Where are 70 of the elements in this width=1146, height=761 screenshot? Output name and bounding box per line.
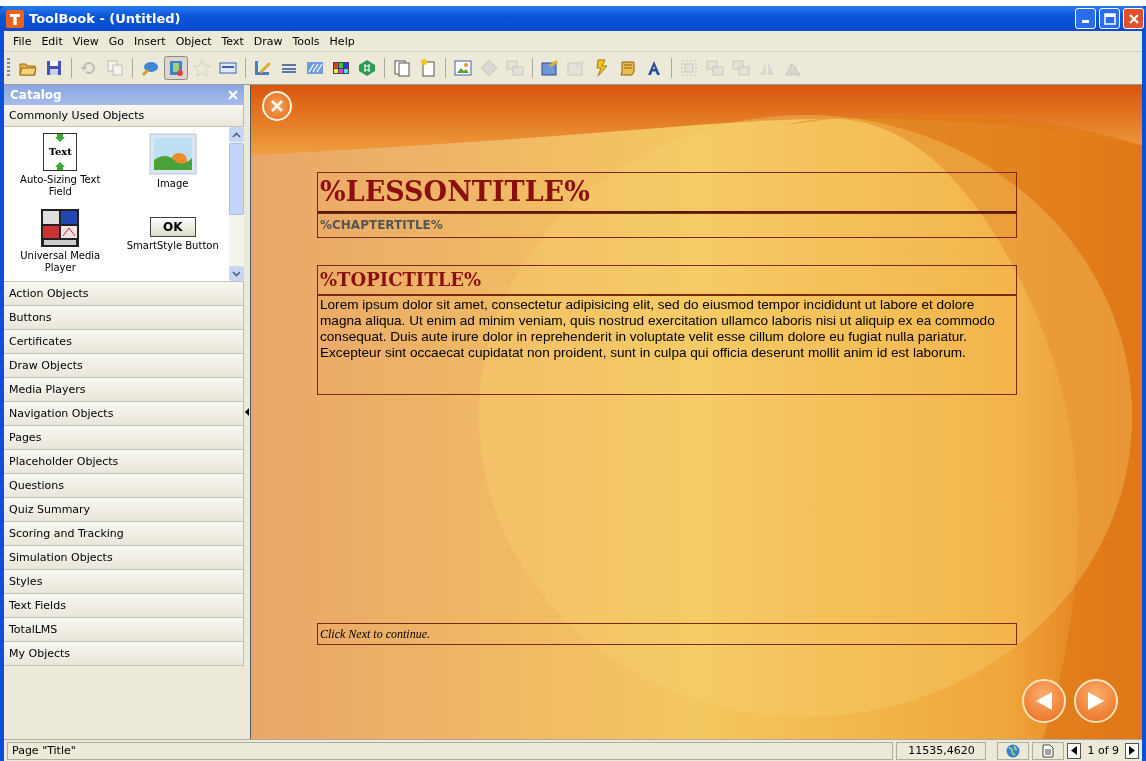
page-icon[interactable] xyxy=(1042,743,1055,758)
minimize-icon xyxy=(1082,20,1089,23)
text-field-icon[interactable]: Text xyxy=(43,133,78,171)
maximize-button[interactable] xyxy=(1099,8,1120,29)
right-triangle-icon xyxy=(1086,690,1106,712)
left-triangle-icon xyxy=(1071,746,1078,755)
landscape-picture-icon[interactable] xyxy=(148,133,197,175)
globe-icon[interactable] xyxy=(1006,743,1021,758)
catalog-section[interactable]: Text Fields xyxy=(4,594,244,618)
scroll-down-button[interactable] xyxy=(229,266,244,281)
catalog-item-label[interactable]: Image xyxy=(157,178,189,190)
catalog-section[interactable]: Placeholder Objects xyxy=(4,450,244,474)
catalog-section[interactable]: My Objects xyxy=(4,642,244,666)
catalog-section[interactable]: Certificates xyxy=(4,330,244,354)
chevron-up-icon xyxy=(232,131,241,138)
catalog-section[interactable]: Simulation Objects xyxy=(4,546,244,570)
close-button[interactable] xyxy=(1123,8,1144,29)
menu-item[interactable]: Draw xyxy=(248,34,288,48)
catalog-item-label[interactable]: Universal Media Player xyxy=(10,250,111,274)
catalog-section[interactable]: TotalLMS xyxy=(4,618,244,642)
minimize-button[interactable] xyxy=(1075,8,1096,29)
left-triangle-icon xyxy=(1034,690,1054,712)
previous-page-button[interactable] xyxy=(1067,742,1082,759)
scroll-thumb[interactable] xyxy=(229,143,244,215)
coordinates-readout: 11535,4620 xyxy=(896,741,987,760)
menu-item[interactable]: View xyxy=(67,34,104,48)
media-player-icon[interactable] xyxy=(41,209,80,247)
menu-item[interactable]: Edit xyxy=(36,34,68,48)
body-text: Lorem ipsum dolor sit amet, consectetur adipisicing elit, sed do eiusmod tempor incididunt ut labore et dolore magna aliqua. Ut enim ad minim veniam, quis nostrud exercitation ullamco laboris nisi ut aliquip ex ea commodo consequat. Duis aute irure dolor in reprehenderit in voluptate velit esse cillum dolore eu fugiat nulla pariatur. Excepteur sint occaecat cupidatat non proident, sunt in culpa qui officia deserunt mollit anim id est laborum. xyxy=(317,295,1017,395)
next-page-button[interactable] xyxy=(1125,742,1139,759)
vertical-scrollbar[interactable] xyxy=(229,127,244,281)
menu-item[interactable]: Go xyxy=(103,34,130,48)
catalog-section[interactable]: Draw Objects xyxy=(4,354,244,378)
status-message: Page "Title" xyxy=(7,741,894,760)
catalog-item-label[interactable]: Auto-Sizing Text Field xyxy=(10,174,111,198)
catalog-section[interactable]: Quiz Summary xyxy=(4,498,244,522)
catalog-section[interactable]: Media Players xyxy=(4,378,244,402)
toolbar-grip-icon[interactable] xyxy=(7,58,10,78)
menu-item[interactable]: Help xyxy=(324,34,360,48)
book-icon[interactable] xyxy=(164,56,188,80)
menu-item[interactable]: Insert xyxy=(129,34,171,48)
close-icon xyxy=(270,99,284,113)
catalog-section[interactable]: Navigation Objects xyxy=(4,402,244,426)
footer-text: Click Next to continue. xyxy=(317,623,1017,645)
catalog-section[interactable]: Action Objects xyxy=(4,282,244,306)
app-logo-icon xyxy=(6,9,24,28)
chevron-down-icon xyxy=(232,270,241,277)
catalog-section[interactable]: Styles xyxy=(4,570,244,594)
lesson-title: %LESSONTITLE% xyxy=(317,172,1017,213)
catalog-section[interactable]: Commonly Used Objects xyxy=(4,105,244,127)
menu-item[interactable]: File xyxy=(8,34,37,48)
page-counter: 1 of 9 xyxy=(1086,744,1120,757)
catalog-section[interactable]: Questions xyxy=(4,474,244,498)
catalog-section[interactable]: Scoring and Tracking xyxy=(4,522,244,546)
window-title: ToolBook - (Untitled) xyxy=(29,11,182,26)
topic-title: %TOPICTITLE% xyxy=(317,265,1017,295)
close-icon[interactable] xyxy=(228,90,238,100)
chapter-title: %CHAPTERTITLE% xyxy=(317,213,1017,238)
menu-item[interactable]: Tools xyxy=(287,34,325,48)
ok-button-icon[interactable]: OK xyxy=(150,217,196,237)
catalog-item-label[interactable]: SmartStyle Button xyxy=(126,240,219,252)
catalog-title: Catalog xyxy=(10,88,62,102)
right-triangle-icon xyxy=(1129,746,1135,755)
catalog-section[interactable]: Buttons xyxy=(4,306,244,330)
close-icon xyxy=(1127,12,1140,25)
catalog-section[interactable]: Pages xyxy=(4,426,244,450)
maximize-icon xyxy=(1103,12,1116,25)
menu-item[interactable]: Object xyxy=(170,34,217,48)
scroll-up-button[interactable] xyxy=(229,127,244,142)
menu-item[interactable]: Text xyxy=(216,34,249,48)
